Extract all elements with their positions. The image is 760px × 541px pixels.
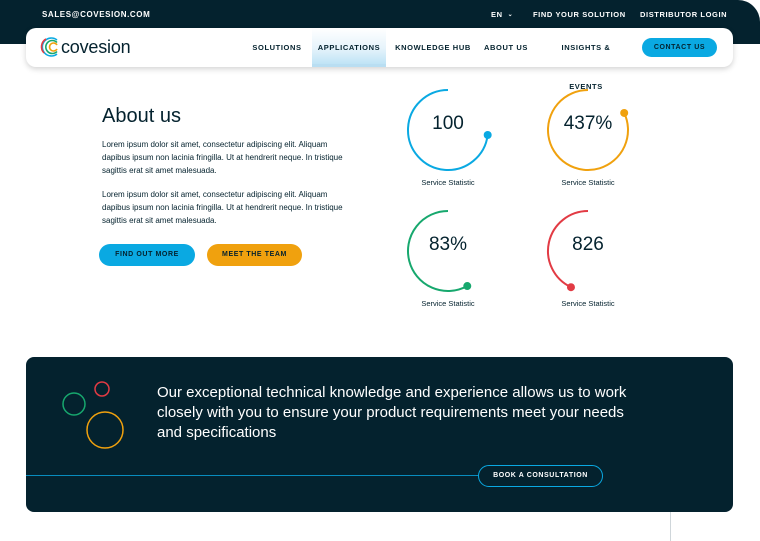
stat-value-2: 437% xyxy=(563,113,613,134)
sales-email-link[interactable]: SALES@COVESION.COM xyxy=(42,10,150,19)
stat-circle-1: 100 Service Statistic xyxy=(398,85,498,205)
language-selector[interactable]: EN ⌄ xyxy=(491,10,513,19)
page-divider xyxy=(670,512,671,541)
contact-us-button[interactable]: CONTACT US xyxy=(642,38,717,57)
main-navbar: covesion SOLUTIONS APPLICATIONS KNOWLEDG… xyxy=(26,28,733,91)
banner-text: Our exceptional technical knowledge and … xyxy=(157,384,627,441)
stat-label-2: Service Statistic xyxy=(561,178,615,187)
covesion-logo[interactable]: covesion xyxy=(40,35,131,59)
language-label: EN xyxy=(491,10,503,19)
nav-item-about-us[interactable]: ABOUT US xyxy=(483,28,529,67)
decorative-circles-icon xyxy=(62,381,124,449)
stat-value-3: 83% xyxy=(428,234,468,255)
about-paragraph-1: Lorem ipsum dolor sit amet, consectetur … xyxy=(102,140,343,175)
nav-item-insights-events[interactable]: INSIGHTS & EVENTS xyxy=(544,28,628,91)
rainbow-arcs-icon xyxy=(40,37,58,57)
stat-ring-2 xyxy=(547,89,629,171)
book-consultation-button[interactable]: BOOK A CONSULTATION xyxy=(478,465,603,487)
stat-ring-3 xyxy=(407,210,472,292)
stat-circle-4: 826 Service Statistic xyxy=(538,206,638,326)
banner-divider-line xyxy=(26,475,478,476)
stat-circle-2: 437% Service Statistic xyxy=(538,85,638,205)
find-your-solution-link[interactable]: FIND YOUR SOLUTION xyxy=(533,10,626,19)
nav-item-solutions[interactable]: SOLUTIONS xyxy=(248,28,306,67)
about-title: About us xyxy=(102,105,181,127)
stat-value-1: 100 xyxy=(432,113,464,134)
logo-wordmark: covesion xyxy=(61,36,131,57)
stat-circle-3: 83% Service Statistic xyxy=(398,206,498,326)
stat-label-4: Service Statistic xyxy=(561,299,615,308)
nav-item-knowledge-hub[interactable]: KNOWLEDGE HUB xyxy=(393,28,473,67)
about-paragraph-2: Lorem ipsum dolor sit amet, consectetur … xyxy=(102,190,343,225)
stat-label-3: Service Statistic xyxy=(421,299,475,308)
stat-label-1: Service Statistic xyxy=(421,178,475,187)
stat-ring-1 xyxy=(407,89,492,171)
consultation-banner: Our exceptional technical knowledge and … xyxy=(26,357,733,512)
distributor-login-link[interactable]: DISTRIBUTOR LOGIN xyxy=(640,10,727,19)
stat-ring-4 xyxy=(547,210,589,292)
chevron-down-icon: ⌄ xyxy=(507,12,514,18)
find-out-more-button[interactable]: FIND OUT MORE xyxy=(99,244,195,266)
nav-item-applications[interactable]: APPLICATIONS xyxy=(312,28,386,67)
stat-value-4: 826 xyxy=(572,234,604,255)
meet-the-team-button[interactable]: MEET THE TEAM xyxy=(207,244,302,266)
